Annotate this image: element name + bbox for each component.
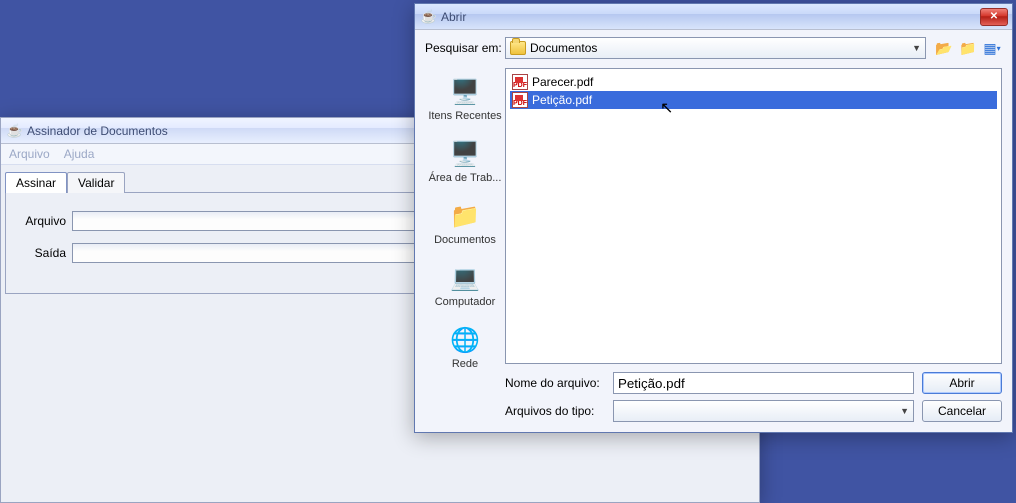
java-icon: ☕	[421, 9, 437, 25]
file-item[interactable]: PDF Petição.pdf	[510, 91, 997, 109]
tab-assinar[interactable]: Assinar	[5, 172, 67, 193]
up-folder-icon[interactable]: 📂	[934, 38, 954, 58]
recent-icon: 🖥️	[449, 76, 481, 108]
place-network[interactable]: 🌐 Rede	[449, 324, 481, 370]
place-label: Itens Recentes	[428, 110, 501, 122]
folder-icon	[510, 41, 526, 55]
location-combo[interactable]: Documentos ▼	[505, 37, 926, 59]
dialog-titlebar[interactable]: ☕ Abrir ✕	[415, 4, 1012, 30]
pdf-icon: PDF	[512, 74, 528, 90]
network-icon: 🌐	[449, 324, 481, 356]
place-label: Documentos	[434, 234, 496, 246]
file-list[interactable]: PDF Parecer.pdf PDF Petição.pdf	[505, 68, 1002, 364]
place-label: Computador	[435, 296, 496, 308]
tab-validar[interactable]: Validar	[67, 172, 125, 193]
place-computer[interactable]: 💻 Computador	[435, 262, 496, 308]
cancel-button[interactable]: Cancelar	[922, 400, 1002, 422]
location-text: Documentos	[530, 41, 597, 55]
label-pesquisar-em: Pesquisar em:	[425, 41, 505, 55]
chevron-down-icon: ▼	[912, 43, 921, 53]
label-filename: Nome do arquivo:	[505, 376, 605, 390]
menu-ajuda[interactable]: Ajuda	[64, 147, 95, 161]
pdf-icon: PDF	[512, 92, 528, 108]
file-name: Parecer.pdf	[532, 75, 593, 89]
documents-icon: 📁	[449, 200, 481, 232]
java-icon: ☕	[7, 123, 23, 139]
chevron-down-icon: ▼	[900, 406, 909, 416]
computer-icon: 💻	[449, 262, 481, 294]
new-folder-icon[interactable]: 📁	[958, 38, 978, 58]
label-filetype: Arquivos do tipo:	[505, 404, 605, 418]
place-label: Área de Trab...	[429, 172, 502, 184]
place-documents[interactable]: 📁 Documentos	[434, 200, 496, 246]
dialog-title: Abrir	[441, 10, 980, 24]
label-saida: Saída	[14, 246, 66, 260]
place-label: Rede	[452, 358, 478, 370]
places-bar: 🖥️ Itens Recentes 🖥️ Área de Trab... 📁 D…	[425, 68, 505, 364]
file-item[interactable]: PDF Parecer.pdf	[510, 73, 997, 91]
file-name: Petição.pdf	[532, 93, 592, 107]
open-dialog: ☕ Abrir ✕ Pesquisar em: Documentos ▼ 📂 📁…	[414, 3, 1013, 433]
label-arquivo: Arquivo	[14, 214, 66, 228]
view-menu-icon[interactable]: ▦▾	[982, 38, 1002, 58]
menu-arquivo[interactable]: Arquivo	[9, 147, 50, 161]
place-recent[interactable]: 🖥️ Itens Recentes	[428, 76, 501, 122]
place-desktop[interactable]: 🖥️ Área de Trab...	[429, 138, 502, 184]
toolbar-icons: 📂 📁 ▦▾	[934, 38, 1002, 58]
filetype-combo[interactable]: ▼	[613, 400, 914, 422]
close-button[interactable]: ✕	[980, 8, 1008, 26]
desktop-icon: 🖥️	[449, 138, 481, 170]
open-button[interactable]: Abrir	[922, 372, 1002, 394]
close-icon: ✕	[990, 11, 998, 22]
filename-input[interactable]	[613, 372, 914, 394]
